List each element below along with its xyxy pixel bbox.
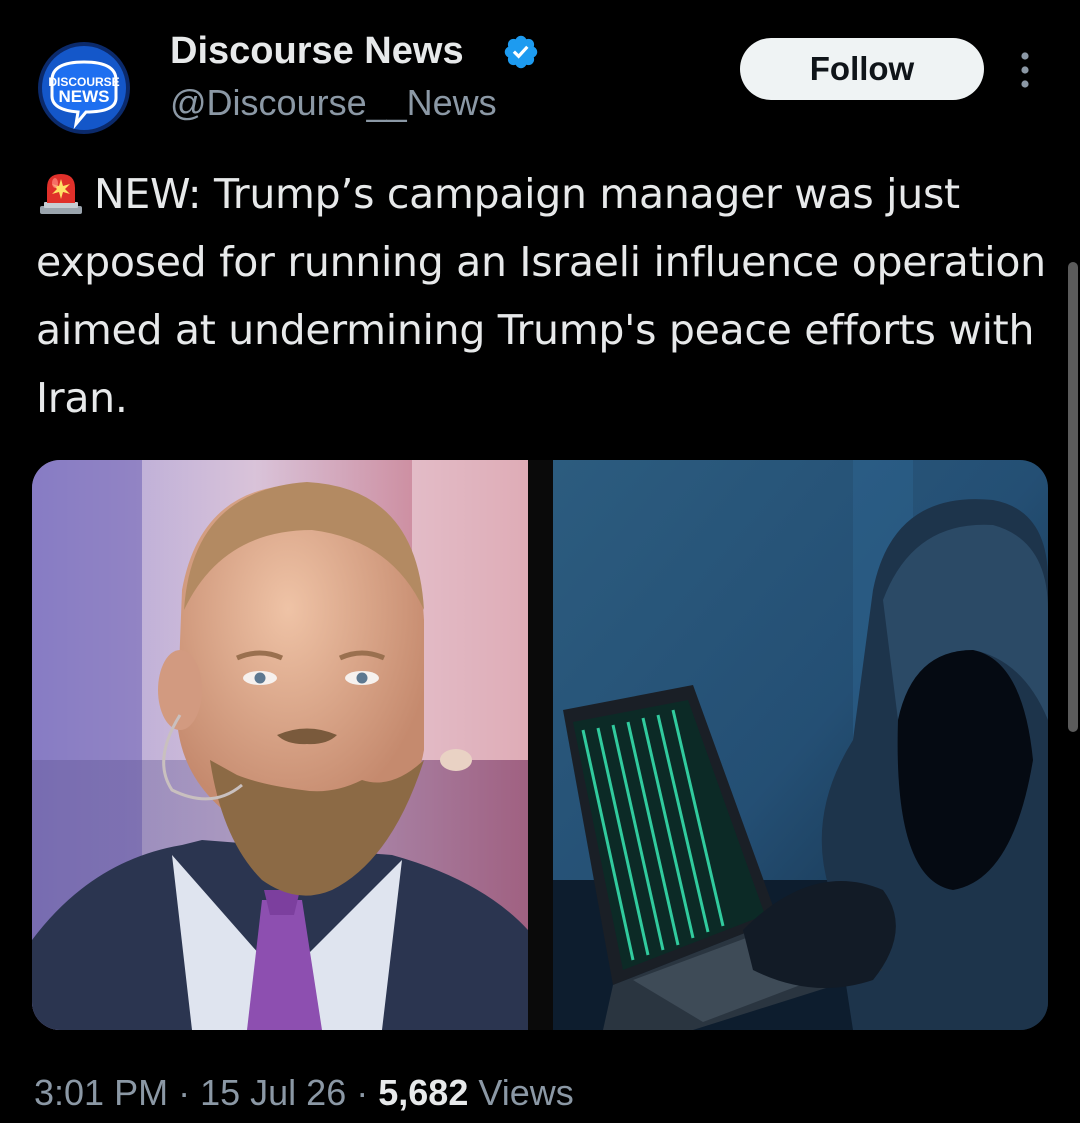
tweet-time[interactable]: 3:01 PM <box>34 1072 168 1113</box>
display-name[interactable]: Discourse News <box>170 30 464 73</box>
scrollbar[interactable] <box>1068 262 1078 732</box>
views-label[interactable]: Views <box>478 1072 573 1113</box>
meta-separator: · <box>178 1072 191 1113</box>
verified-badge-icon <box>504 35 538 69</box>
tweet-header: DISCOURSE NEWS Discourse News @Discourse… <box>0 0 1080 150</box>
views-count[interactable]: 5,682 <box>378 1072 468 1113</box>
photo-man-with-beard[interactable] <box>32 460 528 1030</box>
police-siren-icon <box>40 174 82 214</box>
tweet-text: NEW: Trump’s campaign manager was just e… <box>36 160 1046 432</box>
tweet-date[interactable]: 15 Jul 26 <box>200 1072 346 1113</box>
meta-separator: · <box>356 1072 369 1113</box>
tweet-body: NEW: Trump’s campaign manager was just e… <box>36 170 1046 422</box>
tweet-media[interactable] <box>32 460 1048 1030</box>
photo-hooded-hacker-laptop[interactable] <box>553 460 1048 1030</box>
author-handle[interactable]: @Discourse__News <box>170 82 497 124</box>
tweet-meta: 3:01 PM · 15 Jul 26 · 5,682 Views <box>34 1072 574 1114</box>
follow-button[interactable]: Follow <box>740 38 984 100</box>
avatar[interactable]: DISCOURSE NEWS <box>36 40 132 136</box>
avatar-line2: NEWS <box>59 87 110 106</box>
more-vertical-icon[interactable] <box>1012 48 1038 92</box>
